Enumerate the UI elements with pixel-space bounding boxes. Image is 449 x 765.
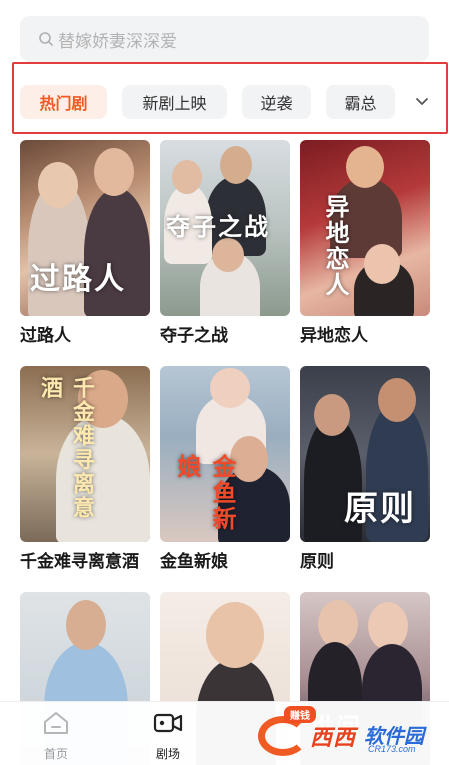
chevron-down-icon[interactable] xyxy=(412,93,432,111)
tab-hot[interactable]: 热门剧 xyxy=(20,85,107,119)
home-icon xyxy=(44,712,68,734)
poster-image: 异地恋人 xyxy=(300,140,430,316)
search-placeholder: 替嫁娇妻深深爱 xyxy=(58,31,177,51)
poster-title-text: 原则 xyxy=(344,489,416,529)
drama-card[interactable]: 金鱼新娘 金鱼新娘 xyxy=(160,366,290,572)
nav-theater-label: 剧场 xyxy=(155,747,180,761)
nav-home-label: 首页 xyxy=(43,747,68,761)
search-icon xyxy=(38,31,54,47)
drama-card[interactable]: 原则 原则 xyxy=(300,366,430,572)
poster-title-text: 异地恋人 xyxy=(321,194,350,298)
category-tabs: 热门剧 新剧上映 逆袭 霸总 xyxy=(20,85,410,119)
poster-image: 金鱼新娘 xyxy=(160,366,290,542)
poster-title-text: 过路人 xyxy=(30,262,126,297)
drama-card[interactable]: 夺子之战 夺子之战 xyxy=(160,140,290,346)
drama-card[interactable]: 异地恋人 异地恋人 xyxy=(300,140,430,346)
nav-home[interactable]: 首页 xyxy=(26,710,86,762)
drama-card[interactable]: 过路人 过路人 xyxy=(20,140,150,346)
tab-new-release[interactable]: 新剧上映 xyxy=(122,85,227,119)
poster-title-text: 金鱼新娘 xyxy=(173,454,237,532)
video-camera-icon xyxy=(153,713,183,733)
poster-title-text: 夺子之战 xyxy=(166,212,270,241)
drama-title: 夺子之战 xyxy=(160,326,228,345)
poster-image: 夺子之战 xyxy=(160,140,290,316)
search-input[interactable]: 替嫁娇妻深深爱 xyxy=(20,16,429,62)
poster-image: 原则 xyxy=(300,366,430,542)
drama-title: 过路人 xyxy=(20,326,71,345)
drama-card[interactable]: 千金难寻离意酒 千金难寻离意酒 xyxy=(20,366,150,572)
poster-image: 千金难寻离意酒 xyxy=(20,366,150,542)
watermark-url: CR173.com xyxy=(368,744,416,754)
drama-title: 原则 xyxy=(300,552,334,571)
nav-theater[interactable]: 剧场 xyxy=(138,710,198,762)
watermark-logo: 赚钱 西西 软件园 CR173.com xyxy=(258,706,444,762)
tab-ceo[interactable]: 霸总 xyxy=(326,85,395,119)
drama-title: 金鱼新娘 xyxy=(160,552,228,571)
drama-title: 千金难寻离意酒 xyxy=(20,552,139,571)
poster-title-text: 千金难寻离意酒 xyxy=(37,376,95,520)
tab-comeback[interactable]: 逆袭 xyxy=(242,85,311,119)
poster-image: 过路人 xyxy=(20,140,150,316)
watermark-brand1: 西西 xyxy=(310,725,357,750)
drama-title: 异地恋人 xyxy=(300,326,368,345)
